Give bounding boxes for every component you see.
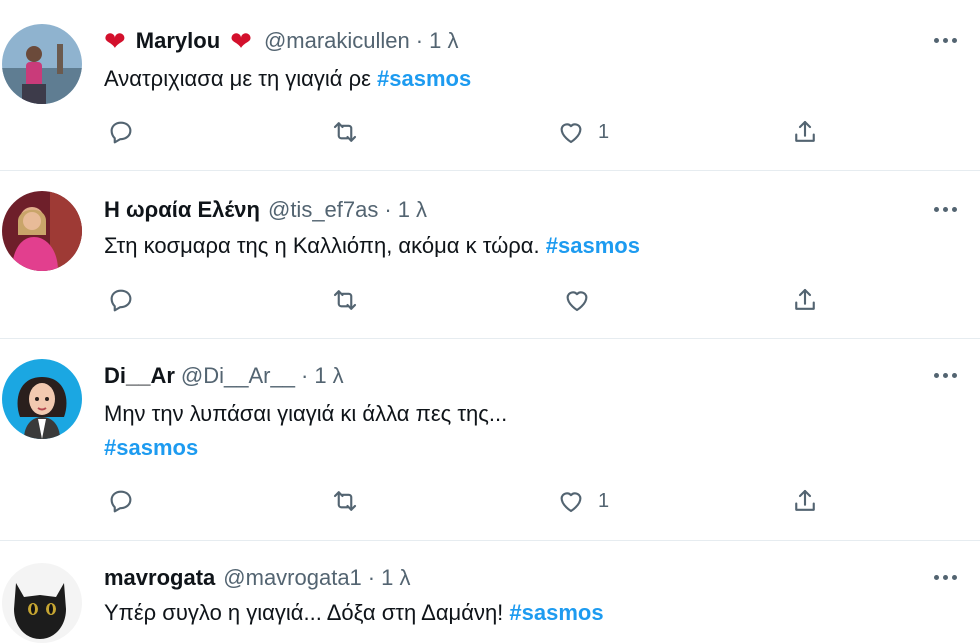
like-button[interactable] bbox=[562, 283, 604, 317]
more-icon[interactable] bbox=[928, 365, 962, 385]
hashtag-link[interactable]: #sasmos bbox=[104, 435, 198, 460]
reply-button[interactable] bbox=[106, 115, 136, 149]
timestamp[interactable]: 1 λ bbox=[381, 565, 410, 591]
avatar[interactable] bbox=[2, 24, 82, 104]
tweet-header: Di__Ar @Di__Ar__ · 1 λ bbox=[104, 361, 344, 391]
reply-button[interactable] bbox=[106, 283, 136, 317]
tweet-text: Ανατριχιασα με τη γιαγιά ρε #sasmos bbox=[104, 62, 471, 96]
share-icon bbox=[795, 120, 815, 142]
like-count: 1 bbox=[598, 489, 610, 512]
like-icon bbox=[566, 291, 588, 312]
reply-icon bbox=[110, 490, 132, 513]
tweet-text-body: Υπέρ συγλο η γιαγιά... Δόξα στη Δαμάνη! bbox=[104, 600, 510, 625]
like-count: 1 bbox=[598, 120, 610, 143]
separator-dot: · bbox=[300, 363, 309, 388]
share-button[interactable] bbox=[790, 484, 820, 518]
retweet-icon bbox=[333, 122, 357, 142]
tweet-text: Υπέρ συγλο η γιαγιά... Δόξα στη Δαμάνη! … bbox=[104, 596, 604, 630]
reply-icon bbox=[110, 289, 132, 312]
separator-dot: · bbox=[415, 28, 424, 53]
like-icon bbox=[560, 492, 582, 513]
tweet-1[interactable]: ❤ Marylou ❤ @marakicullen · 1 λ Ανατριχι… bbox=[0, 0, 980, 171]
tweet-header: mavrogata @mavrogata1 · 1 λ bbox=[104, 563, 410, 593]
hashtag-link[interactable]: #sasmos bbox=[546, 233, 640, 258]
tweet-4[interactable]: mavrogata @mavrogata1 · 1 λ Υπέρ συγλο η… bbox=[0, 541, 980, 643]
tweet-feed: ❤ Marylou ❤ @marakicullen · 1 λ Ανατριχι… bbox=[0, 0, 980, 643]
tweet-header: ❤ Marylou ❤ @marakicullen · 1 λ bbox=[104, 26, 458, 56]
tweet-3[interactable]: Di__Ar @Di__Ar__ · 1 λ Μην την λυπάσαι γ… bbox=[0, 339, 980, 541]
display-name[interactable]: Η ωραία Ελένη bbox=[104, 197, 260, 223]
reply-icon bbox=[110, 121, 132, 144]
tweet-text: Στη κοσμαρα της η Καλλιόπη, ακόμα κ τώρα… bbox=[104, 229, 640, 263]
tweet-text-body: Ανατριχιασα με τη γιαγιά ρε bbox=[104, 66, 378, 91]
like-button[interactable]: 1 bbox=[556, 115, 609, 149]
tweet-actions: 1 bbox=[104, 115, 864, 149]
display-name[interactable]: Di__Ar bbox=[104, 363, 175, 389]
hashtag-link[interactable]: #sasmos bbox=[509, 600, 603, 625]
share-icon bbox=[795, 489, 815, 511]
tweet-text-body: Μην την λυπάσαι γιαγιά κι άλλα πες της..… bbox=[104, 401, 508, 426]
timestamp[interactable]: 1 λ bbox=[429, 28, 458, 54]
tweet-2[interactable]: Η ωραία Ελένη @tis_ef7as · 1 λ Στη κοσμα… bbox=[0, 171, 980, 339]
timestamp[interactable]: 1 λ bbox=[398, 197, 427, 223]
display-name[interactable]: Marylou bbox=[136, 28, 220, 54]
reply-button[interactable] bbox=[106, 484, 136, 518]
more-icon[interactable] bbox=[928, 30, 962, 50]
retweet-icon bbox=[333, 491, 357, 511]
separator-dot: · bbox=[367, 565, 376, 590]
hashtag-link[interactable]: #sasmos bbox=[377, 66, 471, 91]
retweet-button[interactable] bbox=[330, 283, 360, 317]
user-handle[interactable]: @Di__Ar__ bbox=[181, 363, 295, 389]
like-icon bbox=[560, 123, 582, 144]
user-handle[interactable]: @mavrogata1 bbox=[223, 565, 362, 591]
share-button[interactable] bbox=[790, 283, 820, 317]
red-heart-icon: ❤ bbox=[230, 26, 252, 56]
user-handle[interactable]: @tis_ef7as bbox=[268, 197, 378, 223]
tweet-actions bbox=[104, 283, 864, 317]
retweet-button[interactable] bbox=[330, 484, 360, 518]
tweet-text: Μην την λυπάσαι γιαγιά κι άλλα πες της..… bbox=[104, 397, 507, 465]
more-icon[interactable] bbox=[928, 199, 962, 219]
retweet-button[interactable] bbox=[330, 115, 360, 149]
more-icon[interactable] bbox=[928, 567, 962, 587]
retweet-icon bbox=[333, 290, 357, 310]
share-button[interactable] bbox=[790, 115, 820, 149]
tweet-text-body: Στη κοσμαρα της η Καλλιόπη, ακόμα κ τώρα… bbox=[104, 233, 546, 258]
display-name[interactable]: mavrogata bbox=[104, 565, 215, 591]
avatar[interactable] bbox=[2, 563, 82, 643]
red-heart-icon: ❤ bbox=[104, 26, 126, 56]
timestamp[interactable]: 1 λ bbox=[314, 363, 343, 389]
tweet-header: Η ωραία Ελένη @tis_ef7as · 1 λ bbox=[104, 195, 427, 225]
share-icon bbox=[795, 288, 815, 310]
avatar[interactable] bbox=[2, 359, 82, 439]
like-button[interactable]: 1 bbox=[556, 484, 609, 518]
avatar[interactable] bbox=[2, 191, 82, 271]
user-handle[interactable]: @marakicullen bbox=[264, 28, 410, 54]
tweet-actions: 1 bbox=[104, 484, 864, 518]
separator-dot: · bbox=[384, 197, 392, 222]
